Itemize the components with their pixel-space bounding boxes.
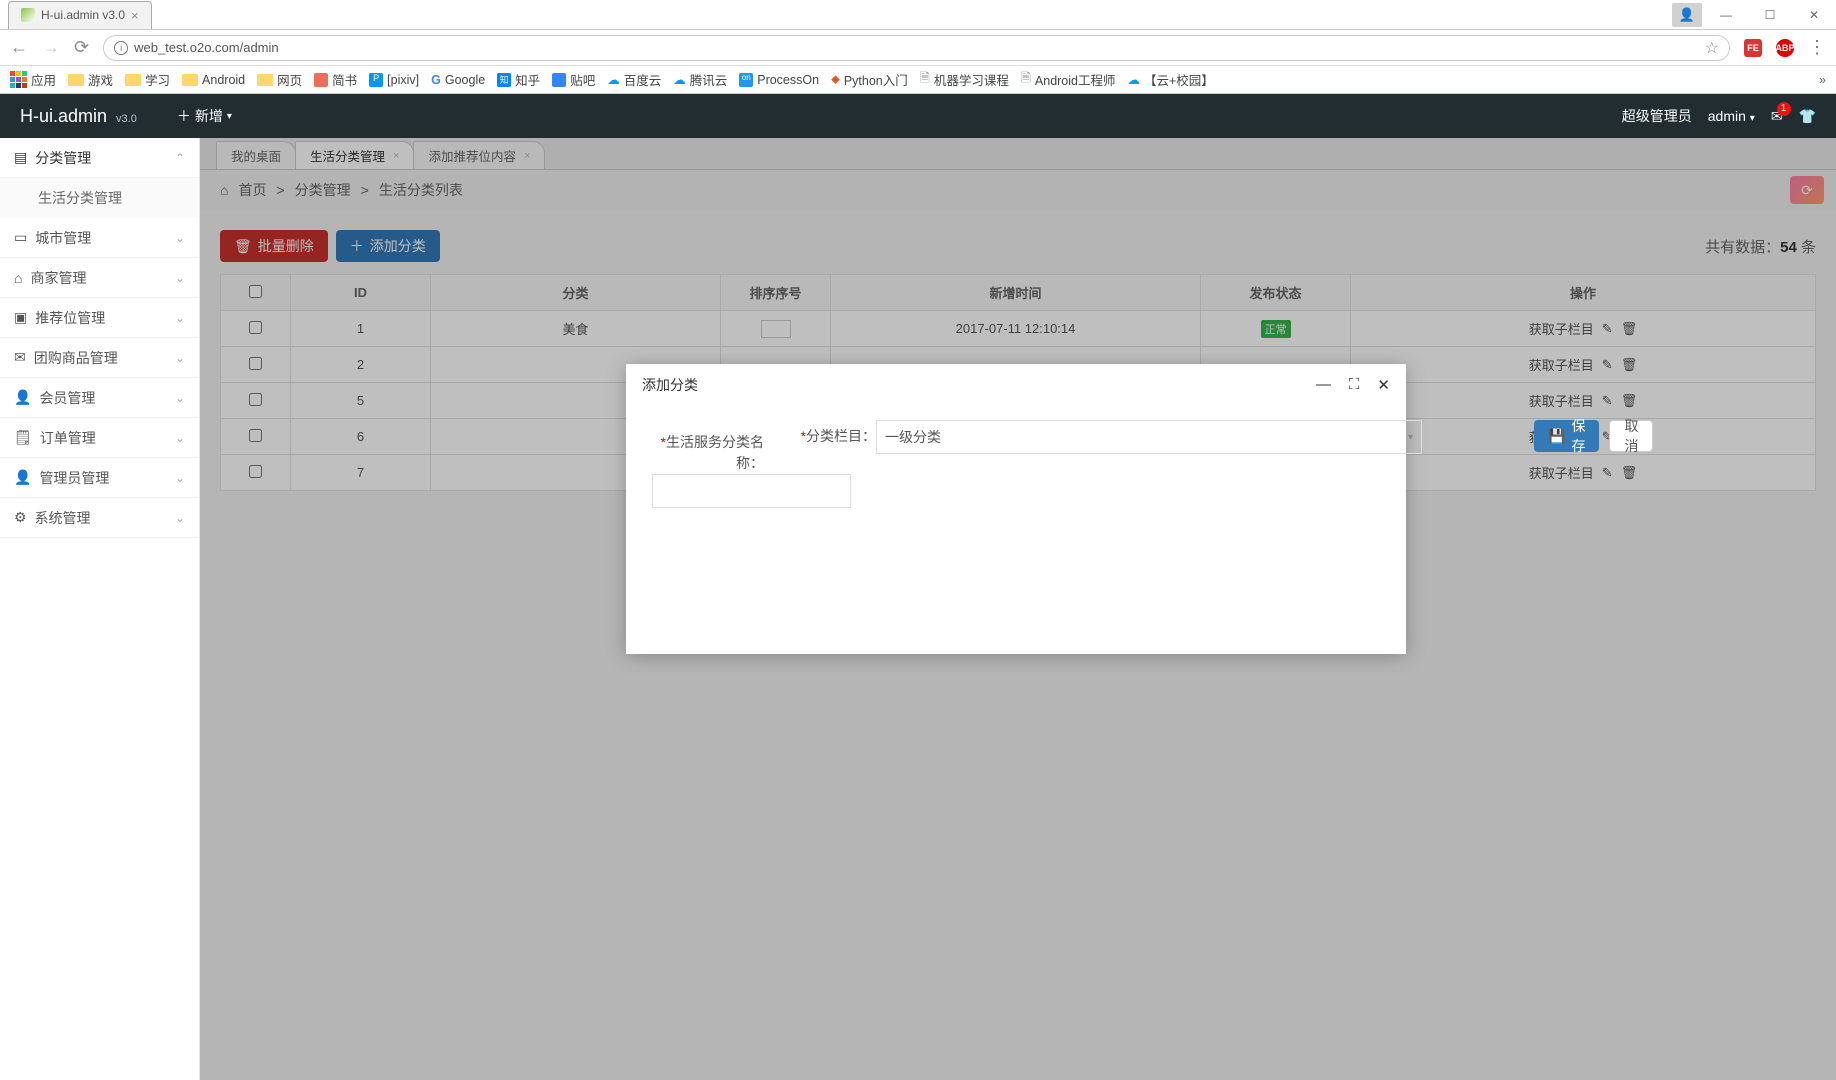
sidebar-item-order[interactable]: 🗒订单管理⌄ [0,418,199,458]
label-category-709: *生活服务分类名称： [652,420,764,508]
minimize-icon[interactable]: — [1316,376,1331,394]
maximize-button[interactable]: ☐ [1748,1,1792,29]
label-category-column: *分类栏目： [764,420,876,447]
bookmark-item[interactable]: ☁腾讯云 [673,70,727,89]
maximize-icon[interactable]: ⛶ [1349,376,1360,394]
chevron-down-icon: ⌄ [175,351,185,365]
bookmark-item[interactable]: 游戏 [68,70,113,89]
chevron-down-icon: ⌄ [175,431,185,445]
chevron-down-icon: ▾ [227,111,232,122]
close-icon[interactable]: ✕ [1377,376,1390,394]
bookmark-item[interactable]: 🗎机器学习课程 [920,69,1009,90]
chevron-down-icon: ⌄ [175,271,185,285]
save-button[interactable]: 💾保存 [1534,420,1599,452]
minimize-button[interactable]: — [1704,1,1748,29]
mail-badge: 1 [1777,102,1791,116]
close-button[interactable]: ✕ [1792,1,1836,29]
dialog-title: 添加分类 [642,375,698,395]
app-header: H-ui.admin v3.0 ＋新增▾ 超级管理员 admin ▾ ✉1 👕 [0,94,1836,138]
bookmark-star-icon[interactable]: ☆ [1705,38,1719,58]
chevron-down-icon: ⌄ [175,471,185,485]
forward-button[interactable]: → [42,37,60,58]
clipboard-icon: 🗒 [14,429,32,446]
user-menu[interactable]: admin ▾ [1708,108,1755,124]
select-category-column[interactable]: 一级分类▾ [876,420,1422,454]
close-icon[interactable]: × [131,8,139,23]
site-info-icon[interactable]: i [114,41,128,55]
label-category-name: *生活服务分类名称： [652,426,764,474]
chevron-up-icon: ⌃ [175,151,185,165]
cancel-button[interactable]: 取消 [1609,420,1653,452]
user-role: 超级管理员 [1622,106,1692,126]
reload-button[interactable]: ⟳ [74,37,89,58]
extension-fe-icon[interactable]: FE [1744,39,1762,57]
bookmark-item[interactable]: P[pixiv] [369,73,419,87]
sidebar-item-recommend[interactable]: ▣推荐位管理⌄ [0,298,199,338]
sidebar: ▤分类管理⌃ 生活分类管理 ▭城市管理⌄ ⌂商家管理⌄ ▣推荐位管理⌄ ✉团购商… [0,138,200,1080]
browser-tab[interactable]: H-ui.admin v3.0 × [8,1,152,29]
clipboard-icon: ▤ [14,149,27,166]
extension-abp-icon[interactable]: ABP [1776,39,1794,57]
theme-icon[interactable]: 👕 [1799,108,1816,125]
bookmark-item[interactable]: onProcessOn [739,73,819,87]
user-icon: 👤 [14,469,31,486]
save-icon: 💾 [1548,428,1565,445]
apps-button[interactable]: 应用 [10,70,56,89]
brand: H-ui.admin v3.0 [20,106,137,127]
bookmark-item[interactable]: ☁百度云 [607,70,661,89]
image-icon: ▣ [14,309,27,326]
sidebar-item-category[interactable]: ▤分类管理⌃ [0,138,199,178]
bookmarks-overflow[interactable]: » [1819,73,1826,87]
user-icon: 👤 [14,389,31,406]
shop-icon: ⌂ [14,270,22,286]
chevron-down-icon: ⌄ [175,511,185,525]
chevron-down-icon: ⌄ [175,311,185,325]
bookmark-item[interactable]: 学习 [125,70,170,89]
sidebar-item-merchant[interactable]: ⌂商家管理⌄ [0,258,199,298]
sidebar-item-group-product[interactable]: ✉团购商品管理⌄ [0,338,199,378]
chrome-menu-icon[interactable]: ⋮ [1808,37,1826,58]
bookmark-item[interactable]: GGoogle [431,73,485,87]
browser-toolbar: ← → ⟳ i web_test.o2o.com/admin ☆ FE ABP … [0,30,1836,66]
bookmark-item[interactable]: 🗎Android工程师 [1021,69,1116,90]
sidebar-item-city[interactable]: ▭城市管理⌄ [0,218,199,258]
chevron-down-icon: ▾ [1750,113,1755,124]
dialog-title-bar: 添加分类 — ⛶ ✕ [626,364,1406,406]
bookmark-item[interactable]: 网页 [257,70,302,89]
tab-title: H-ui.admin v3.0 [41,8,125,22]
bookmark-item[interactable]: 贴吧 [552,70,595,89]
add-category-dialog: 添加分类 — ⛶ ✕ *生活服务分类名称： *分类栏目： 一级分类▾ 💾保存 [626,364,1406,654]
bookmark-item[interactable]: ☁【云+校园】 [1128,70,1214,89]
favicon [21,8,35,22]
chrome-profile-icon[interactable]: 👤 [1672,3,1702,27]
bookmark-item[interactable]: Android [182,73,245,87]
sidebar-item-admin[interactable]: 👤管理员管理⌄ [0,458,199,498]
bookmark-item[interactable]: ⬥Python入门 [831,70,908,89]
bookmark-item[interactable]: 简书 [314,70,357,89]
url-text: web_test.o2o.com/admin [134,40,279,55]
sidebar-item-life-category[interactable]: 生活分类管理 [0,178,199,218]
sidebar-item-system[interactable]: ⚙系统管理⌄ [0,498,199,538]
plus-icon: ＋ [177,106,191,126]
input-category-name[interactable] [652,474,851,508]
sidebar-item-member[interactable]: 👤会员管理⌄ [0,378,199,418]
back-button[interactable]: ← [10,37,28,58]
address-bar[interactable]: i web_test.o2o.com/admin ☆ [103,35,1730,61]
window-controls: 👤 — ☐ ✕ [1672,1,1836,29]
mail-icon[interactable]: ✉1 [1771,108,1783,125]
new-button[interactable]: ＋新增▾ [177,106,232,126]
bookmark-item[interactable]: 知知乎 [497,70,540,89]
map-icon: ▭ [14,229,27,246]
chevron-down-icon: ⌄ [175,231,185,245]
browser-titlebar: H-ui.admin v3.0 × 👤 — ☐ ✕ [0,0,1836,30]
bookmarks-bar: 应用 游戏 学习 Android 网页 简书 P[pixiv] GGoogle … [0,66,1836,94]
chevron-down-icon: ▾ [1408,432,1413,443]
message-icon: ✉ [14,349,26,366]
gear-icon: ⚙ [14,509,27,526]
chevron-down-icon: ⌄ [175,391,185,405]
main-area: 我的桌面 生活分类管理× 添加推荐位内容× ⌂ 首页 > 分类管理 > 生活分类… [200,138,1836,1080]
